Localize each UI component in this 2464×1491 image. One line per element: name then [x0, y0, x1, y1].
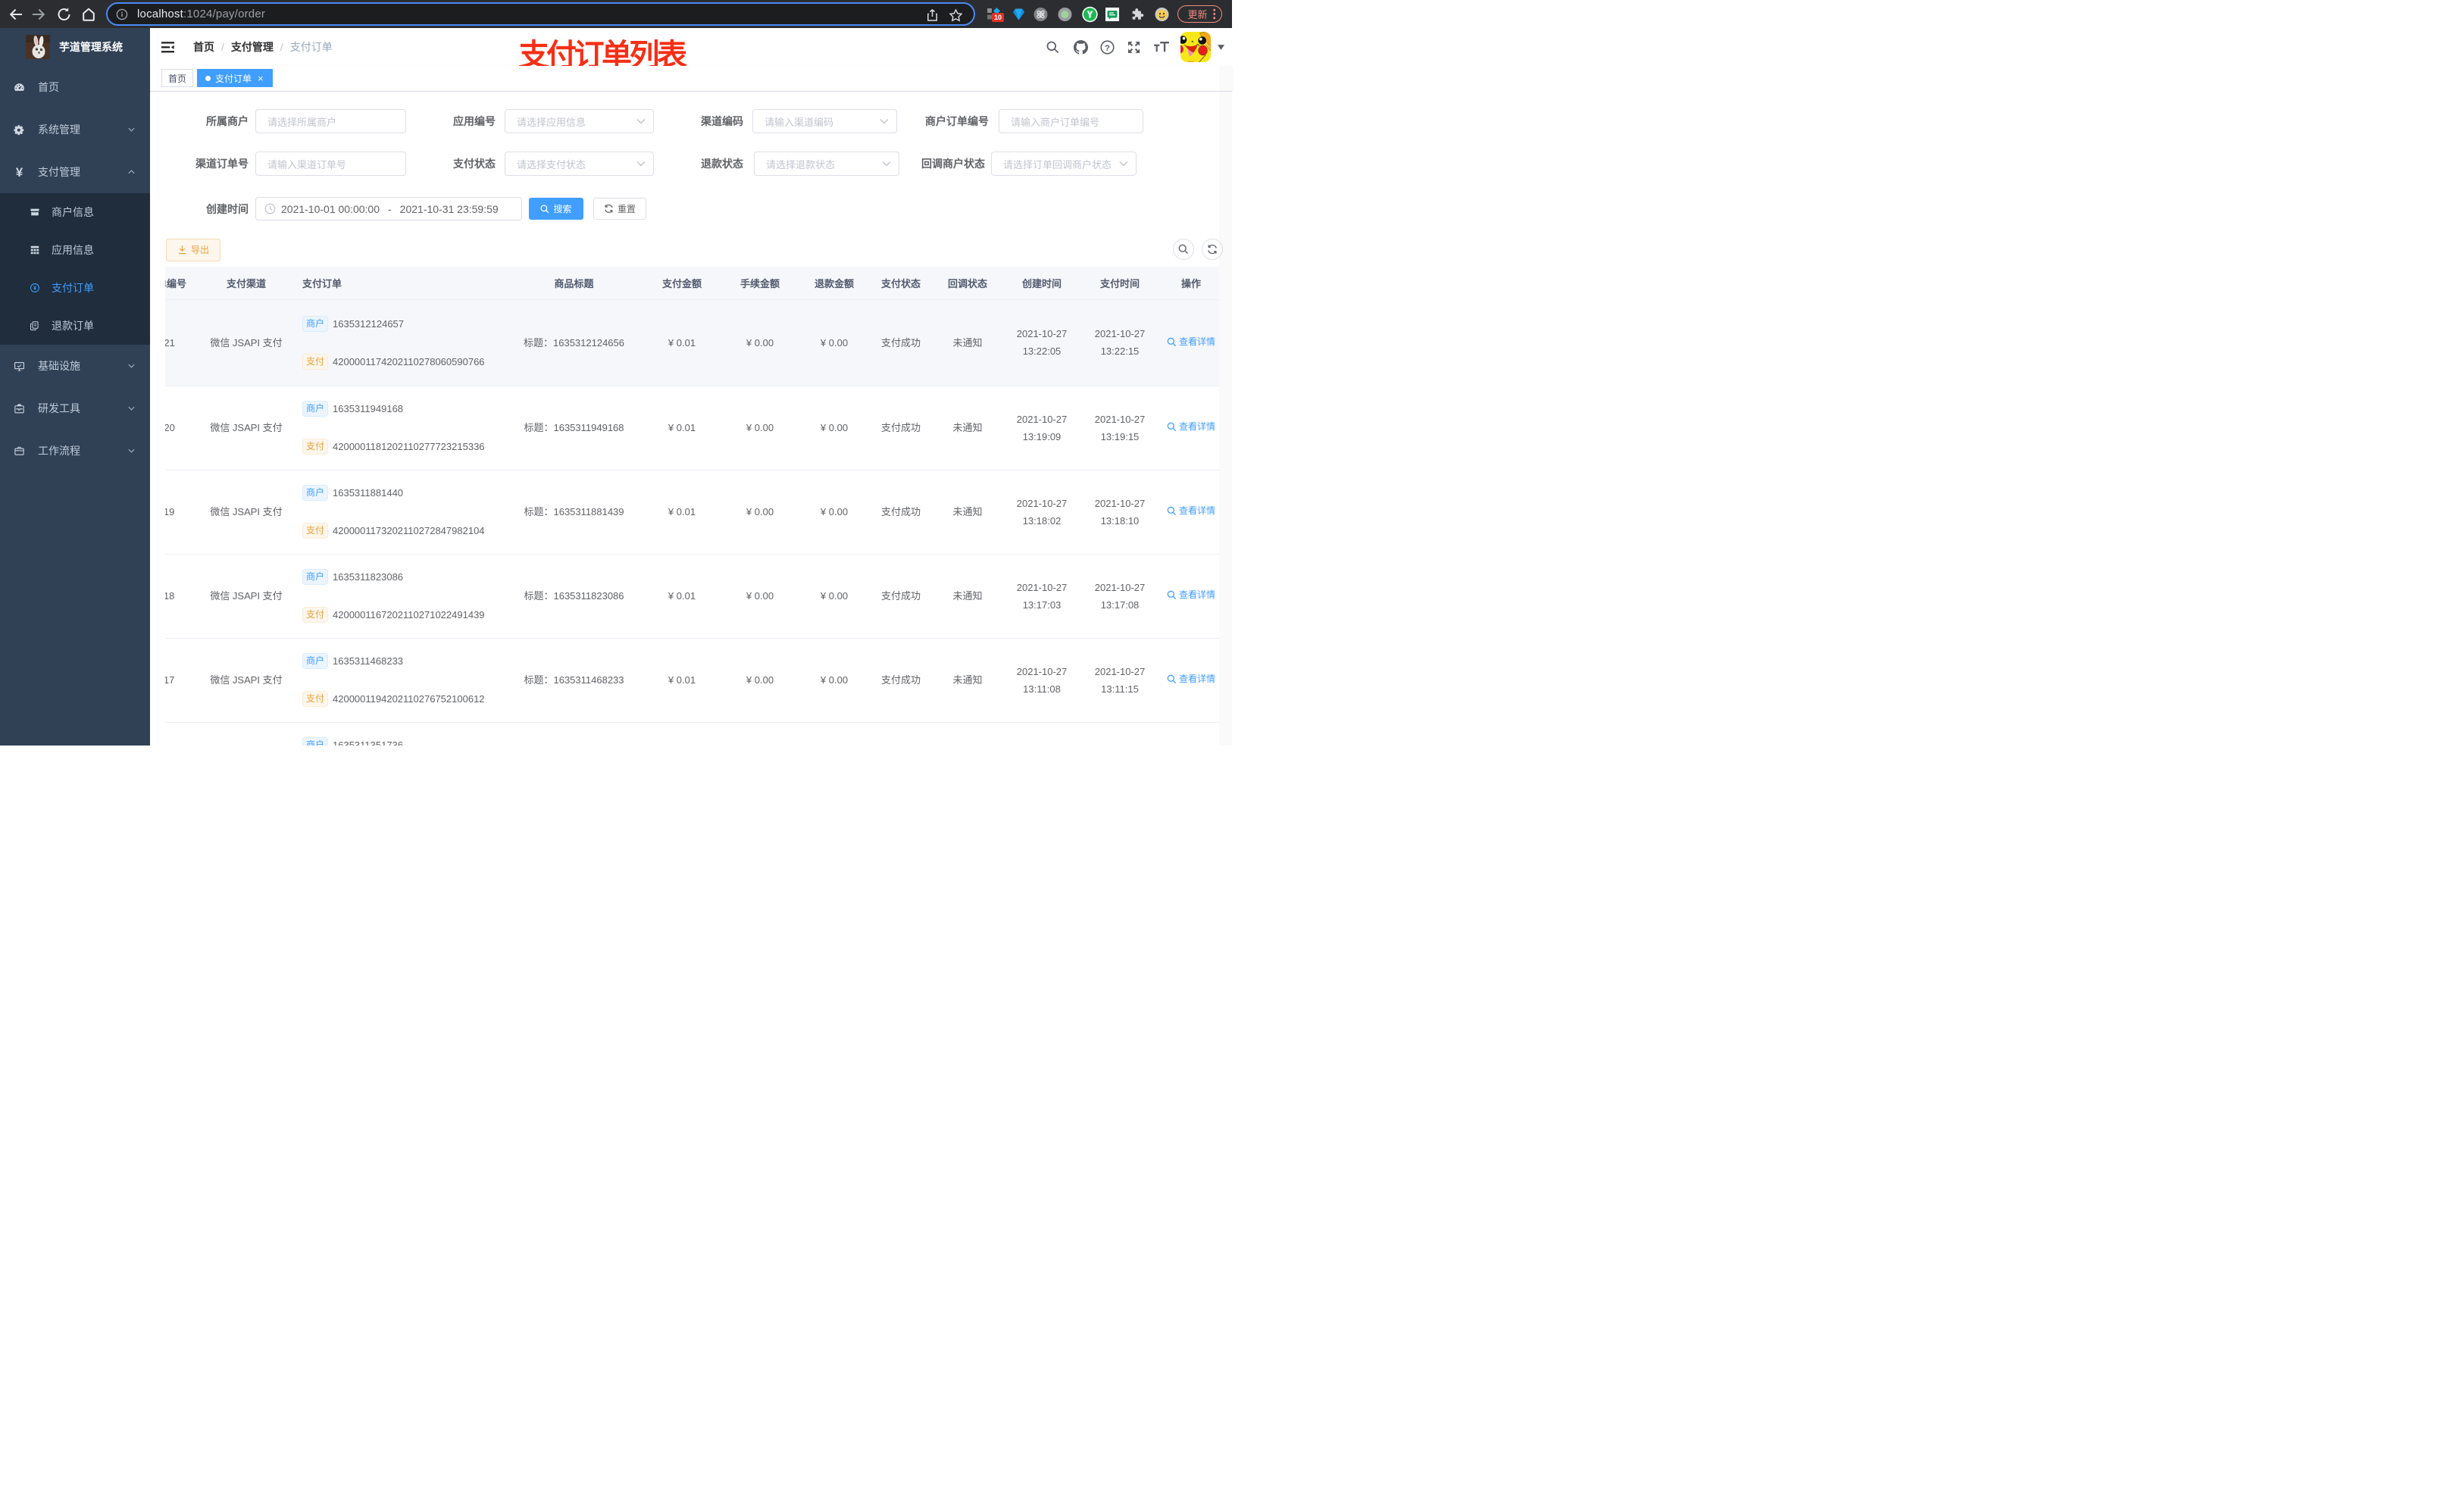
svg-text:¥: ¥ [33, 285, 37, 292]
svg-text:?: ? [1105, 43, 1110, 52]
